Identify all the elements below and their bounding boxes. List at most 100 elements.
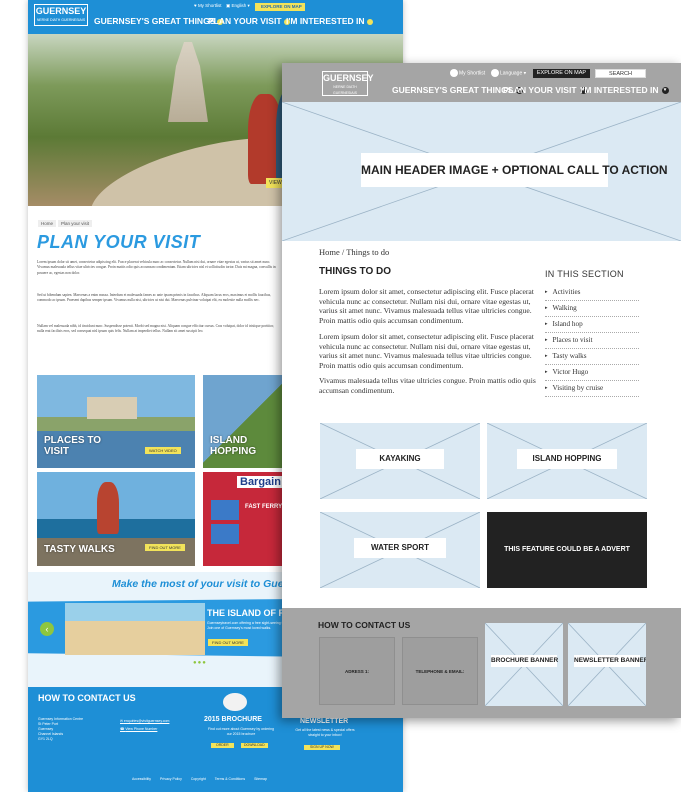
tile-label: TASTY WALKS [44,544,115,555]
shortlist-label: My Shortlist [459,70,486,77]
nav-label: GUERNSEY'S GREAT THINGS [392,85,514,95]
nav-plan-visit[interactable]: PLAN YOUR VISIT [208,16,290,26]
footer-links: Accessibility Privacy Policy Copyright T… [132,777,275,781]
tile-label: WATER SPORT [354,538,446,558]
breadcrumb-current[interactable]: Plan your visit [58,220,93,227]
shortlist-link[interactable]: ♥ My Shortlist [194,3,221,8]
section-nav-item[interactable]: Visiting by cruise [545,381,639,397]
body-paragraph: Sed ut bibendum sapien. Maecenas a enim … [37,293,272,303]
telephone-email-block: TELEPHONE & EMAIL: [402,637,478,705]
language-select[interactable]: Language ▾ [491,69,526,77]
arrow-glyph: ‹ [45,624,49,634]
button-label: WATCH VIDEO [149,448,177,453]
breadcrumb: Home Plan your visit [38,220,94,227]
body-paragraph: Vivamus malesuada tellus vitae ultricies… [319,376,536,395]
explore-map-button[interactable]: EXPLORE ON MAP [255,3,305,11]
section-nav-item[interactable]: Victor Hugo [545,365,639,381]
tile-places-to-visit[interactable]: PLACES TO VISIT WATCH VIDEO [37,375,195,468]
section-nav: Activities Walking Island hop Places to … [545,285,639,397]
nav-plan-visit[interactable]: PLAN YOUR VISIT ▾ [503,85,587,95]
search-input[interactable]: SEARCH [595,69,646,78]
language-label: English [231,3,247,8]
beach-photo [65,603,205,655]
body-paragraph: Lorem ipsum dolor sit amet, consectetur … [37,260,276,275]
phone-text: View Phone Number [125,727,158,731]
footer-address: Guernsey Information Centre St Peter Por… [38,717,84,741]
telephone-label: TELEPHONE & EMAIL: [415,669,465,674]
shortlist-link[interactable]: My Shortlist [450,69,485,77]
nav-interested-in[interactable]: I'M INTERESTED IN [286,16,373,26]
breadcrumb[interactable]: Home / Things to do [319,247,389,257]
nav-interested-in[interactable]: I'M INTERESTED IN ▾ [580,85,669,95]
language-label: Language [500,70,523,77]
logo-subtext: NERNE DIATH GUERNESIAIS [333,85,357,95]
section-nav-item[interactable]: Tasty walks [545,349,639,365]
footer-email-link[interactable]: ✉ enquiries@visitguernsey.com [120,719,169,724]
explore-map-button[interactable]: EXPLORE ON MAP [533,69,590,78]
nav-label: PLAN YOUR VISIT [503,85,577,95]
walker-figure [97,482,119,534]
advert-image [211,500,239,520]
site-logo[interactable]: GUERNSEY NERNE DIATH GUERNESIAIS [34,4,88,26]
newsletter-title: NEWSLETTER [300,718,349,725]
section-nav-item[interactable]: Places to visit [545,333,639,349]
contact-heading: HOW TO CONTACT US [318,620,411,630]
brochure-banner[interactable]: BROCHURE BANNER [485,623,563,706]
find-out-more-button[interactable]: FIND OUT MORE [145,544,185,551]
banner-label: BROCHURE BANNER [491,655,558,667]
newsletter-banner[interactable]: NEWSLETTER BANNER [568,623,646,706]
section-nav-item[interactable]: Activities [545,285,639,301]
fort-shape [87,397,137,419]
signup-button[interactable]: SIGN UP NOW [304,745,340,750]
carousel-dots[interactable]: ●●● [193,660,207,666]
nav-great-things[interactable]: GUERNSEY'S GREAT THINGS [94,16,224,26]
download-button[interactable]: DOWNLOAD [241,743,268,748]
page-title: PLAN YOUR VISIT [37,232,201,252]
explore-map-label: EXPLORE ON MAP [261,4,302,9]
explore-map-label: EXPLORE ON MAP [536,70,587,76]
promo-find-out-button[interactable]: FIND OUT MORE [208,639,248,646]
tile-tasty-walks[interactable]: TASTY WALKS FIND OUT MORE [37,472,195,566]
chevron-down-icon: ▾ [661,87,669,95]
section-nav-item[interactable]: Island hop [545,317,639,333]
footer-phone-link[interactable]: ☎ View Phone Number [120,727,157,732]
body-paragraph: Lorem ipsum dolor sit amet, consectetur … [319,287,534,325]
email-text: enquiries@visitguernsey.com [123,719,170,723]
footer-link[interactable]: Terms & Conditions [215,777,245,781]
nav-label: GUERNSEY'S GREAT THINGS [94,16,216,26]
site-logo[interactable]: GUERNSEY NERNE DIATH GUERNESIAIS [322,71,374,96]
footer-link[interactable]: Copyright [191,777,206,781]
carousel-prev-icon[interactable]: ‹ [40,622,54,636]
footer-link[interactable]: Sitemap [254,777,267,781]
tile-water-sport[interactable]: WATER SPORT [320,512,480,588]
section-nav-heading: IN THIS SECTION [545,269,624,279]
button-label: SIGN UP NOW [310,745,334,749]
wireframe-page: GUERNSEY NERNE DIATH GUERNESIAIS My Short… [282,63,681,718]
tile-label: KAYAKING [356,449,444,469]
logo-text: GUERNSEY [35,6,87,16]
advert-placeholder[interactable]: THIS FEATURE COULD BE A ADVERT [487,512,647,588]
heart-icon [450,69,458,77]
hero-call-to-action[interactable]: MAIN HEADER IMAGE + OPTIONAL CALL TO ACT… [361,153,668,187]
address-label: ADRESS 1: [344,669,369,674]
tile-kayaking[interactable]: KAYAKING [320,423,480,499]
advert-headline: Bargain [237,476,284,488]
chevron-down-icon [366,18,373,25]
body-paragraph: Lorem ipsum dolor sit amet, consectetur … [319,332,534,370]
shortlist-label: My Shortlist [197,3,222,8]
button-label: DOWNLOAD [244,743,265,747]
button-label: ORDER [216,743,229,747]
chapel-tower [168,42,208,122]
language-select[interactable]: ▣ English ▾ [226,3,250,9]
order-button[interactable]: ORDER [211,743,234,748]
tile-island-hopping[interactable]: ISLAND HOPPING [487,423,647,499]
footer-link[interactable]: Privacy Policy [160,777,182,781]
page-heading: THINGS TO DO [319,266,392,277]
footer-link[interactable]: Accessibility [132,777,151,781]
section-nav-item[interactable]: Walking [545,301,639,317]
button-label: FIND OUT MORE [212,640,244,645]
tile-label: ISLAND HOPPING [210,435,257,457]
logo-text: GUERNSEY [323,73,374,83]
watch-video-button[interactable]: WATCH VIDEO [145,447,181,454]
breadcrumb-home[interactable]: Home [38,220,57,227]
